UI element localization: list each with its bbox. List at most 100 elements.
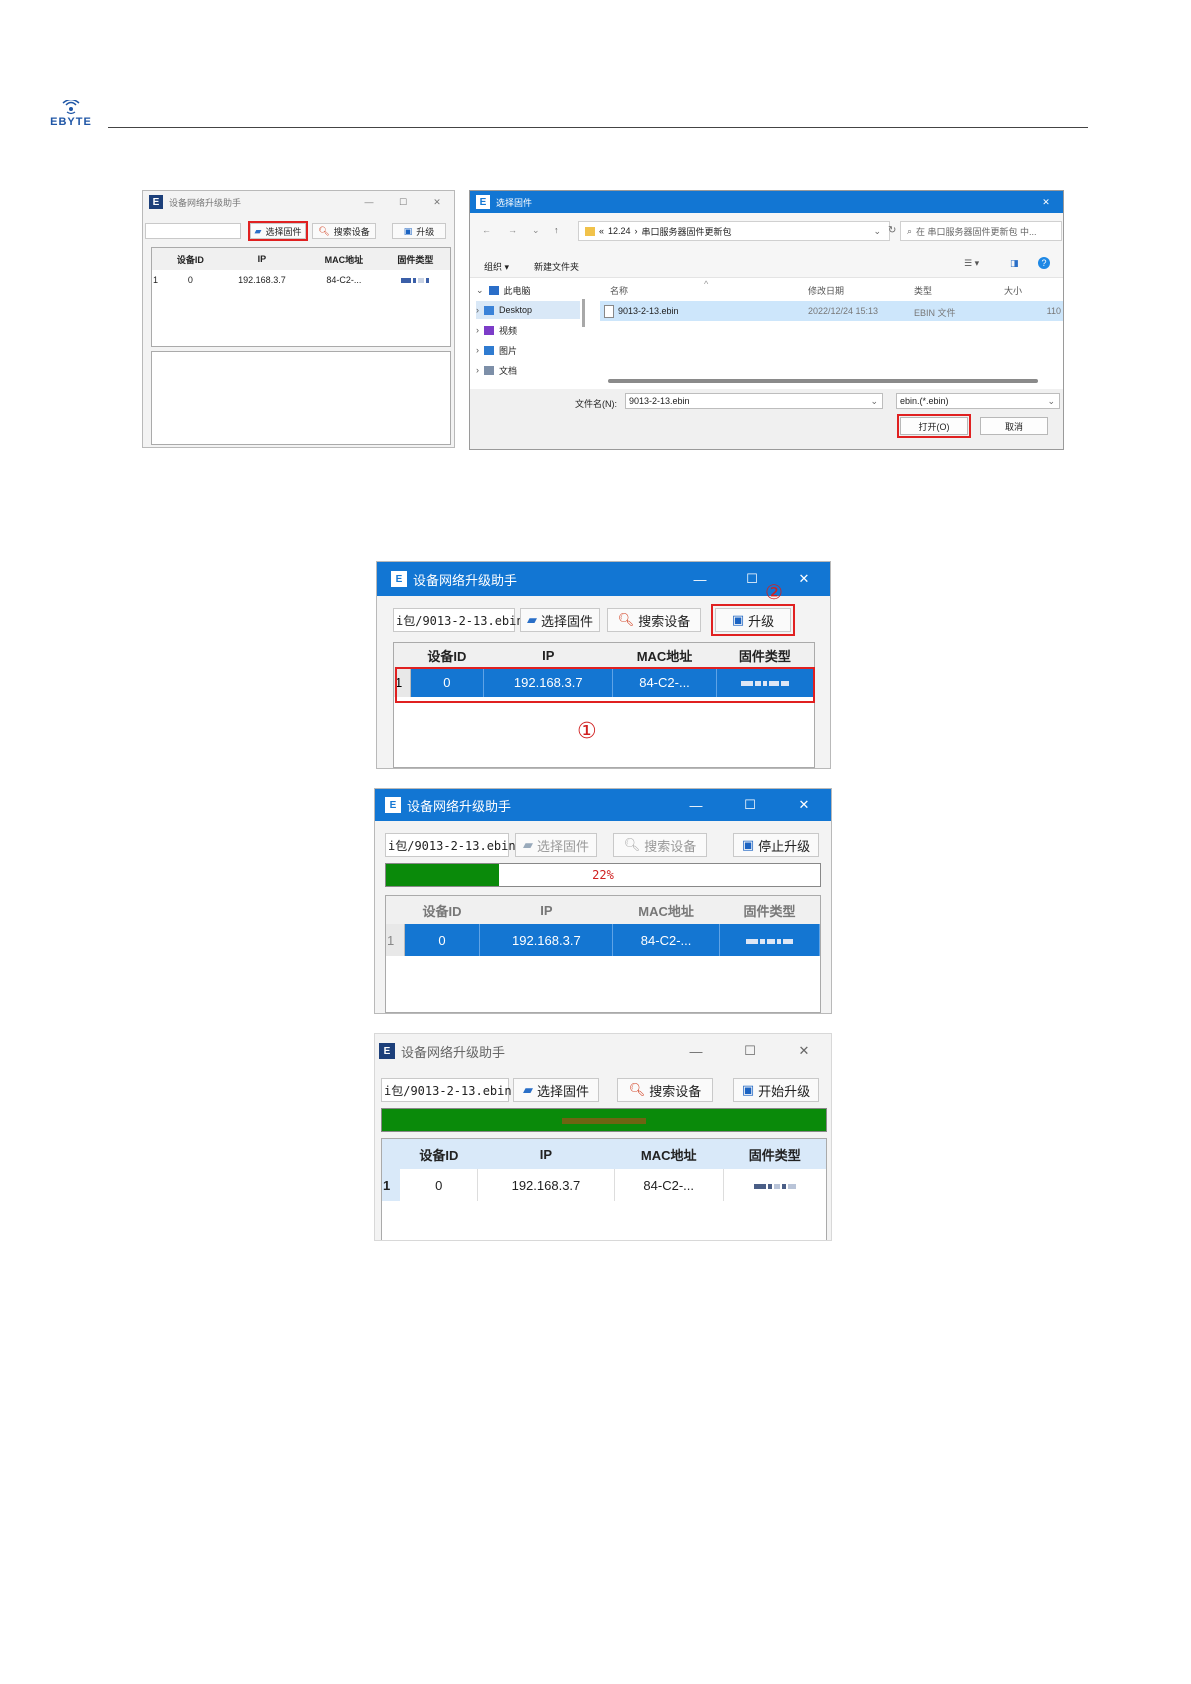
row-number: 1 [386, 924, 405, 956]
nav-item-documents[interactable]: › 文档 [476, 361, 580, 379]
ip-cell: 192.168.3.7 [238, 275, 286, 285]
organize-menu[interactable]: 组织 ▾ [484, 260, 509, 273]
horizontal-scrollbar[interactable] [608, 379, 1038, 383]
table-row[interactable]: 1 0 192.168.3.7 84-C2-... [386, 924, 820, 956]
breadcrumb-part[interactable]: 12.24 [608, 226, 631, 236]
chevron-down-icon[interactable]: ⌄ [532, 225, 540, 236]
search-field[interactable]: ⌕ 在 串口服务器固件更新包 中... [900, 221, 1062, 241]
picture-icon [484, 345, 494, 355]
new-folder-button[interactable]: 新建文件夹 [534, 260, 579, 273]
file-row[interactable]: 9013-2-13.ebin 2022/12/24 15:13 EBIN 文件 … [600, 301, 1063, 321]
search-device-button[interactable]: 🔍︎ 搜索设备 [607, 608, 701, 632]
column-header: IP [479, 896, 613, 924]
search-device-label: 搜索设备 [638, 613, 691, 629]
firmware-path-field[interactable] [145, 223, 241, 239]
preview-pane-icon[interactable]: ◨ [1010, 258, 1019, 269]
column-header[interactable]: 名称 [610, 284, 628, 297]
column-header: 设备ID [164, 248, 217, 270]
close-button[interactable]: ✕ [778, 571, 830, 587]
device-table: 设备ID IP MAC地址 固件类型 1 0 192.168.3.7 84-C2… [393, 642, 815, 768]
file-type-value: ebin.(*.ebin) [900, 396, 949, 406]
chevron-down-icon[interactable]: ⌄ [1047, 396, 1055, 407]
refresh-icon[interactable]: ↻ [888, 225, 896, 236]
nav-item-desktop[interactable]: › Desktop [476, 301, 580, 319]
shot2-window: E 设备网络升级助手 — ☐ ✕ i包/9013-2-13.ebin ▰ 选择固… [376, 561, 831, 769]
app-icon: E [476, 195, 490, 209]
search-device-button[interactable]: 🔍︎ 搜索设备 [617, 1078, 713, 1102]
nav-item-videos[interactable]: › 视频 [476, 321, 580, 339]
minimize-button[interactable]: — [669, 798, 723, 813]
desktop-icon [484, 305, 494, 315]
close-button[interactable]: ✕ [420, 197, 454, 208]
maximize-button[interactable]: ☐ [723, 797, 777, 813]
save-icon: ▣ [741, 837, 755, 852]
maximize-button[interactable]: ☐ [386, 197, 420, 208]
breadcrumb[interactable]: « 12.24 › 串口服务器固件更新包 ⌄ [578, 221, 890, 241]
column-header[interactable]: 大小 [1004, 284, 1022, 297]
cancel-button[interactable]: 取消 [980, 417, 1048, 435]
upgrade-progress-bar [381, 1108, 827, 1132]
search-device-button[interactable]: 🔍︎ 搜索设备 [312, 223, 376, 239]
up-arrow-icon[interactable]: ↑ [554, 225, 559, 235]
column-header[interactable]: 修改日期 [808, 284, 844, 297]
folder-icon: ▰ [522, 837, 533, 852]
stop-upgrade-button[interactable]: ▣ 停止升级 [733, 833, 819, 857]
file-list: 名称 ^ 修改日期 类型 大小 9013-2-13.ebin 2022/12/2… [594, 279, 1063, 389]
step-marker-2: ② [765, 582, 783, 604]
search-icon: 🔍︎ [617, 612, 635, 627]
minimize-button[interactable]: — [674, 572, 726, 587]
device-id-cell: 0 [187, 275, 193, 285]
row-num-header [394, 643, 410, 667]
column-header: 设备ID [404, 896, 480, 924]
firmware-path-field[interactable]: i包/9013-2-13.ebin [381, 1078, 512, 1102]
view-menu-icon[interactable]: ☰ ▾ [964, 258, 979, 269]
wireless-icon [62, 100, 80, 115]
firmware-path-field[interactable]: i包/9013-2-13.ebin [385, 833, 516, 857]
forward-arrow-icon[interactable]: → [508, 225, 517, 235]
close-button[interactable]: ✕ [777, 1043, 831, 1059]
file-list-header: 名称 ^ 修改日期 类型 大小 [594, 279, 1063, 299]
app-icon: E [149, 195, 163, 209]
document-icon [484, 365, 494, 375]
firmware-type-cell [723, 1169, 826, 1201]
column-header: MAC地址 [614, 1139, 724, 1169]
close-button[interactable]: ✕ [777, 797, 831, 813]
upgrade-progress-bar: 22% [385, 863, 821, 887]
breadcrumb-part[interactable]: 串口服务器固件更新包 [642, 225, 732, 238]
table-row[interactable]: 1 0 192.168.3.7 84-C2-... [152, 270, 450, 290]
back-arrow-icon[interactable]: ← [482, 225, 491, 235]
column-header[interactable]: 类型 [914, 284, 932, 297]
select-firmware-button[interactable]: ▰ 选择固件 [515, 833, 597, 857]
nav-item-pictures[interactable]: › 图片 [476, 341, 580, 359]
close-button[interactable]: ✕ [1029, 197, 1063, 208]
file-size: 110 [1046, 306, 1061, 316]
firmware-path-field[interactable]: i包/9013-2-13.ebin [393, 608, 524, 632]
table-row[interactable]: 1 0 192.168.3.7 84-C2-... [382, 1169, 826, 1201]
chevron-down-icon[interactable]: ⌄ [870, 396, 878, 407]
column-header: IP [216, 248, 308, 270]
file-type-select[interactable]: ebin.(*.ebin) ⌄ [896, 393, 1060, 409]
filename-input[interactable]: 9013-2-13.ebin ⌄ [625, 393, 883, 409]
window-title: 设备网络升级助手 [169, 197, 242, 208]
nav-label: 此电脑 [503, 285, 531, 296]
nav-scrollbar[interactable] [582, 299, 585, 327]
chevron-down-icon[interactable]: ⌄ [873, 226, 881, 237]
select-firmware-button[interactable]: ▰ 选择固件 [520, 608, 600, 632]
window-title: 设备网络升级助手 [407, 798, 512, 814]
select-firmware-button[interactable]: ▰ 选择固件 [513, 1078, 599, 1102]
nav-item-this-pc[interactable]: ⌄ 此电脑 [476, 281, 580, 299]
progress-status-blurred [562, 1118, 646, 1124]
minimize-button[interactable]: — [669, 1044, 723, 1059]
header-divider [108, 127, 1088, 128]
upgrade-button[interactable]: ▣ 升级 [392, 223, 446, 239]
start-upgrade-button[interactable]: ▣ 开始升级 [733, 1078, 819, 1102]
search-device-label: 搜索设备 [649, 1083, 702, 1099]
minimize-button[interactable]: — [352, 197, 386, 207]
table-header: 设备ID IP MAC地址 固件类型 [382, 1139, 826, 1169]
column-header: 设备ID [400, 1139, 478, 1169]
breadcrumb-part: « [599, 226, 605, 236]
folder-icon: ▰ [526, 612, 537, 627]
search-device-button[interactable]: 🔍︎ 搜索设备 [613, 833, 707, 857]
maximize-button[interactable]: ☐ [723, 1043, 777, 1059]
help-icon[interactable]: ? [1038, 257, 1050, 269]
